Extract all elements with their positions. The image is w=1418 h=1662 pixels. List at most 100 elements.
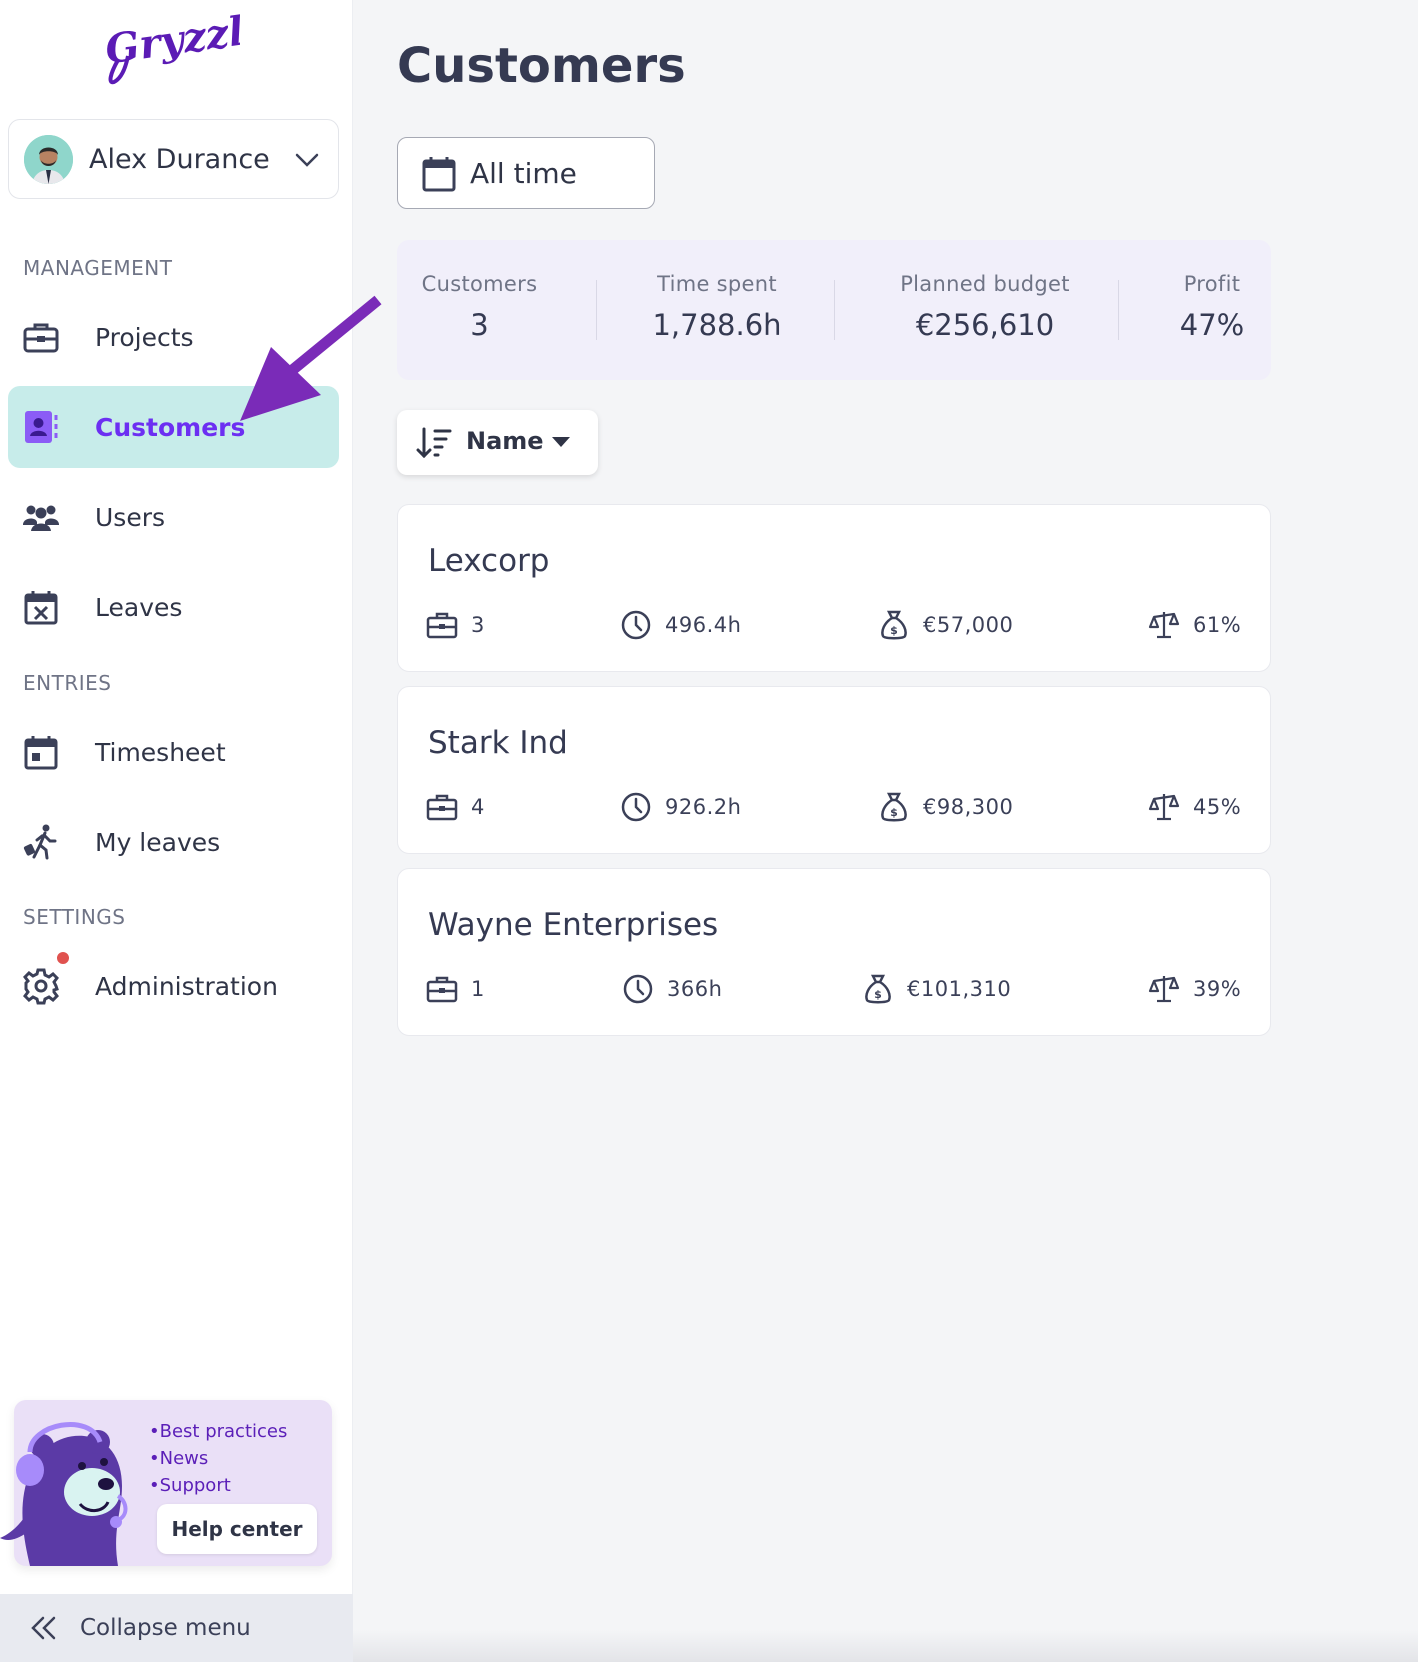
sort-descending-icon bbox=[416, 427, 452, 459]
stat-label: Time spent bbox=[657, 272, 777, 296]
svg-text:$: $ bbox=[890, 624, 898, 637]
stat-time-spent: Time spent 1,788.6h bbox=[617, 240, 817, 380]
help-link-support[interactable]: •Support bbox=[149, 1472, 287, 1499]
users-icon bbox=[22, 498, 60, 536]
sidebar-item-label: Projects bbox=[95, 322, 194, 352]
collapse-menu-button[interactable]: Collapse menu bbox=[0, 1594, 353, 1662]
sidebar-item-label: Timesheet bbox=[95, 737, 226, 767]
customer-card-lexcorp[interactable]: Lexcorp 3 496.4h $ €57,000 61% bbox=[397, 504, 1271, 672]
svg-text:Gryzzly: Gryzzly bbox=[102, 4, 240, 73]
caret-down-icon bbox=[552, 437, 570, 447]
clock-icon bbox=[620, 791, 652, 823]
customer-card-wayne-enterprises[interactable]: Wayne Enterprises 1 366h $ €101,310 39% bbox=[397, 868, 1271, 1036]
help-link-news[interactable]: •News bbox=[149, 1445, 287, 1472]
double-chevron-left-icon bbox=[31, 1616, 56, 1640]
chevron-down-icon bbox=[295, 153, 319, 167]
stat-customers: Customers 3 bbox=[397, 240, 562, 380]
briefcase-icon bbox=[426, 791, 458, 823]
metric-value: 39% bbox=[1193, 977, 1242, 1001]
metric-value: 61% bbox=[1193, 613, 1242, 637]
sidebar-item-administration[interactable]: Administration bbox=[8, 945, 339, 1027]
stat-label: Customers bbox=[421, 272, 538, 296]
stats-summary: Customers 3 Time spent 1,788.6h Planned … bbox=[397, 240, 1271, 380]
metric-value: €101,310 bbox=[907, 977, 1012, 1001]
briefcase-icon bbox=[426, 609, 458, 641]
metric-value: 496.4h bbox=[665, 613, 742, 637]
sidebar-item-label: My leaves bbox=[95, 827, 221, 857]
customer-budget: $ €101,310 bbox=[862, 971, 1011, 1007]
stat-label: Planned budget bbox=[900, 272, 1070, 296]
date-range-label: All time bbox=[470, 156, 577, 190]
metric-value: 1 bbox=[471, 977, 485, 1001]
customer-projects: 3 bbox=[426, 607, 485, 643]
help-links-list: •Best practices •News •Support bbox=[149, 1418, 287, 1499]
sidebar: Gryzzly Alex Durance MANAGEMENT Projects bbox=[0, 0, 353, 1662]
metric-value: 45% bbox=[1193, 795, 1242, 819]
bear-mascot-icon bbox=[0, 1422, 128, 1566]
sidebar-item-timesheet[interactable]: Timesheet bbox=[8, 711, 339, 793]
customer-time: 496.4h bbox=[620, 607, 741, 643]
bottom-shadow bbox=[353, 1630, 1418, 1662]
help-center-button[interactable]: Help center bbox=[157, 1504, 317, 1554]
calendar-x-icon bbox=[22, 588, 60, 626]
sidebar-item-customers[interactable]: Customers bbox=[8, 386, 339, 468]
sidebar-item-label: Users bbox=[95, 502, 166, 532]
sidebar-item-label: Leaves bbox=[95, 592, 183, 622]
stat-divider bbox=[834, 280, 835, 340]
stat-value: €256,610 bbox=[915, 308, 1055, 342]
date-range-filter[interactable]: All time bbox=[397, 137, 655, 209]
customer-budget: $ €57,000 bbox=[878, 607, 1013, 643]
customer-profit: 45% bbox=[1148, 789, 1241, 825]
traveler-icon bbox=[22, 823, 60, 861]
customer-name: Wayne Enterprises bbox=[428, 907, 719, 943]
calendar-icon bbox=[22, 733, 60, 771]
clock-icon bbox=[620, 609, 652, 641]
stat-divider bbox=[1118, 280, 1119, 340]
sidebar-item-label: Administration bbox=[95, 971, 278, 1001]
sidebar-item-users[interactable]: Users bbox=[8, 476, 339, 558]
scale-balance-icon bbox=[1148, 973, 1180, 1005]
stat-value: 47% bbox=[1179, 308, 1245, 342]
sidebar-item-my-leaves[interactable]: My leaves bbox=[8, 801, 339, 883]
money-bag-icon: $ bbox=[862, 973, 894, 1005]
user-switcher[interactable]: Alex Durance bbox=[8, 119, 339, 199]
section-entries: ENTRIES bbox=[23, 671, 112, 695]
stat-profit: Profit 47% bbox=[1162, 240, 1262, 380]
section-management: MANAGEMENT bbox=[23, 256, 173, 280]
gear-icon bbox=[22, 967, 60, 1005]
customer-budget: $ €98,300 bbox=[878, 789, 1013, 825]
svg-text:$: $ bbox=[874, 988, 882, 1001]
collapse-menu-label: Collapse menu bbox=[80, 1615, 251, 1641]
user-name: Alex Durance bbox=[89, 143, 270, 175]
stat-value: 3 bbox=[470, 308, 489, 342]
sidebar-item-label: Customers bbox=[95, 412, 246, 442]
customer-projects: 1 bbox=[426, 971, 485, 1007]
metric-value: 3 bbox=[471, 613, 485, 637]
contact-book-icon bbox=[22, 408, 60, 446]
clock-icon bbox=[622, 973, 654, 1005]
customer-name: Stark Ind bbox=[428, 725, 568, 761]
stat-label: Profit bbox=[1183, 272, 1241, 296]
sort-label: Name bbox=[466, 427, 544, 455]
sidebar-item-leaves[interactable]: Leaves bbox=[8, 566, 339, 648]
customer-time: 366h bbox=[622, 971, 722, 1007]
section-settings: SETTINGS bbox=[23, 905, 126, 929]
customer-name: Lexcorp bbox=[428, 543, 550, 579]
gryzzly-logo[interactable]: Gryzzly bbox=[100, 4, 272, 90]
svg-text:$: $ bbox=[890, 806, 898, 819]
customer-profit: 61% bbox=[1148, 607, 1241, 643]
stat-planned-budget: Planned budget €256,610 bbox=[865, 240, 1105, 380]
customer-profit: 39% bbox=[1148, 971, 1241, 1007]
briefcase-icon bbox=[22, 318, 60, 356]
customer-card-stark-ind[interactable]: Stark Ind 4 926.2h $ €98,300 45% bbox=[397, 686, 1271, 854]
customer-projects: 4 bbox=[426, 789, 485, 825]
sort-dropdown[interactable]: Name bbox=[397, 410, 598, 475]
metric-value: €98,300 bbox=[923, 795, 1014, 819]
metric-value: 366h bbox=[667, 977, 723, 1001]
scale-balance-icon bbox=[1148, 791, 1180, 823]
money-bag-icon: $ bbox=[878, 791, 910, 823]
avatar bbox=[24, 134, 73, 184]
help-link-best-practices[interactable]: •Best practices bbox=[149, 1418, 287, 1445]
money-bag-icon: $ bbox=[878, 609, 910, 641]
sidebar-item-projects[interactable]: Projects bbox=[8, 296, 339, 378]
